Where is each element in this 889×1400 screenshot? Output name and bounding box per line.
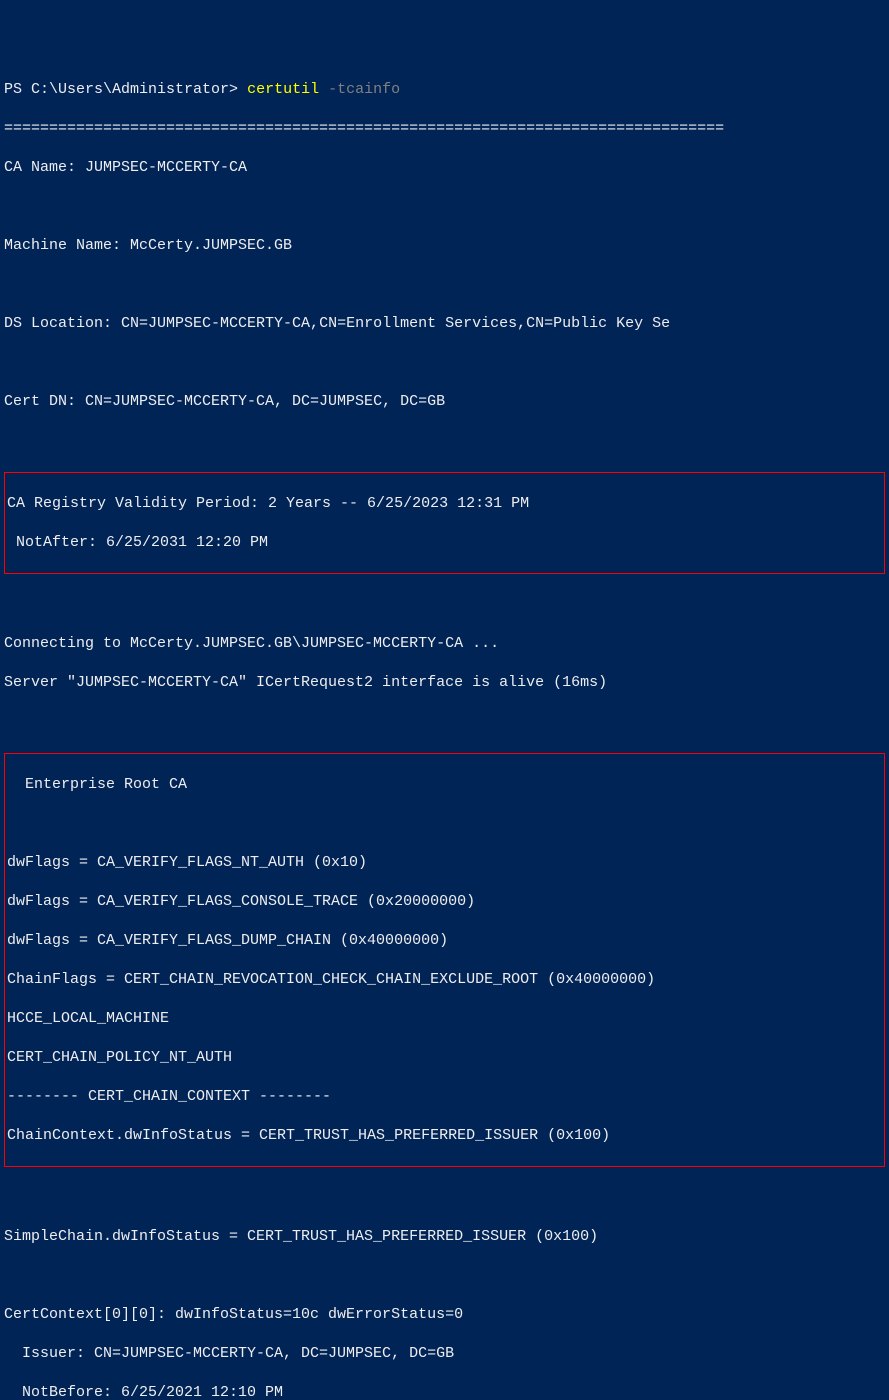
prompt-path: C:\Users\Administrator> — [31, 81, 247, 98]
ds-label: DS Location: — [4, 315, 121, 332]
command-name: certutil — [247, 81, 328, 98]
command-arg: -tcainfo — [328, 81, 400, 98]
cert-dn-value: CN=JUMPSEC-MCCERTY-CA, DC=JUMPSEC, DC=GB — [85, 393, 445, 410]
enterprise-title: Enterprise Root CA — [7, 775, 882, 795]
ps-prefix: PS — [4, 81, 31, 98]
enterprise-ca-box: Enterprise Root CA dwFlags = CA_VERIFY_F… — [4, 753, 885, 1167]
blank — [4, 712, 885, 732]
machine-label: Machine Name: — [4, 237, 130, 254]
chainflags: ChainFlags = CERT_CHAIN_REVOCATION_CHECK… — [7, 970, 882, 990]
ca-name-value: JUMPSEC-MCCERTY-CA — [85, 159, 247, 176]
validity-box: CA Registry Validity Period: 2 Years -- … — [4, 472, 885, 574]
cert-dn-label: Cert DN: — [4, 393, 85, 410]
chaincontext-dwinfostatus: ChainContext.dwInfoStatus = CERT_TRUST_H… — [7, 1126, 882, 1146]
validity-notafter-line: NotAfter: 6/25/2031 12:20 PM — [7, 533, 882, 553]
blank — [4, 275, 885, 295]
machine-value: McCerty.JUMPSEC.GB — [130, 237, 292, 254]
prompt-line[interactable]: PS C:\Users\Administrator> certutil -tca… — [4, 80, 885, 100]
notbefore-line: NotBefore: 6/25/2021 12:10 PM — [4, 1383, 885, 1400]
blank — [4, 1266, 885, 1286]
blank — [4, 595, 885, 615]
certcontext-line: CertContext[0][0]: dwInfoStatus=10c dwEr… — [4, 1305, 885, 1325]
dwflags-console-trace: dwFlags = CA_VERIFY_FLAGS_CONSOLE_TRACE … — [7, 892, 882, 912]
ca-name-label: CA Name: — [4, 159, 85, 176]
hcce-local-machine: HCCE_LOCAL_MACHINE — [7, 1009, 882, 1029]
issuer-line: Issuer: CN=JUMPSEC-MCCERTY-CA, DC=JUMPSE… — [4, 1344, 885, 1364]
server-alive-line: Server "JUMPSEC-MCCERTY-CA" ICertRequest… — [4, 673, 885, 693]
blank — [4, 1188, 885, 1208]
dwflags-ntauth: dwFlags = CA_VERIFY_FLAGS_NT_AUTH (0x10) — [7, 853, 882, 873]
blank — [4, 353, 885, 373]
ds-line: DS Location: CN=JUMPSEC-MCCERTY-CA,CN=En… — [4, 314, 885, 334]
blank — [7, 814, 882, 834]
ca-name-line: CA Name: JUMPSEC-MCCERTY-CA — [4, 158, 885, 178]
cert-chain-policy: CERT_CHAIN_POLICY_NT_AUTH — [7, 1048, 882, 1068]
cert-chain-context-header: -------- CERT_CHAIN_CONTEXT -------- — [7, 1087, 882, 1107]
dwflags-dump-chain: dwFlags = CA_VERIFY_FLAGS_DUMP_CHAIN (0x… — [7, 931, 882, 951]
divider-line: ========================================… — [4, 119, 885, 139]
validity-period-line: CA Registry Validity Period: 2 Years -- … — [7, 494, 882, 514]
ds-value: CN=JUMPSEC-MCCERTY-CA,CN=Enrollment Serv… — [121, 315, 670, 332]
blank — [4, 431, 885, 451]
simplechain-line: SimpleChain.dwInfoStatus = CERT_TRUST_HA… — [4, 1227, 885, 1247]
blank — [4, 197, 885, 217]
machine-line: Machine Name: McCerty.JUMPSEC.GB — [4, 236, 885, 256]
connecting-line: Connecting to McCerty.JUMPSEC.GB\JUMPSEC… — [4, 634, 885, 654]
cert-dn-line: Cert DN: CN=JUMPSEC-MCCERTY-CA, DC=JUMPS… — [4, 392, 885, 412]
